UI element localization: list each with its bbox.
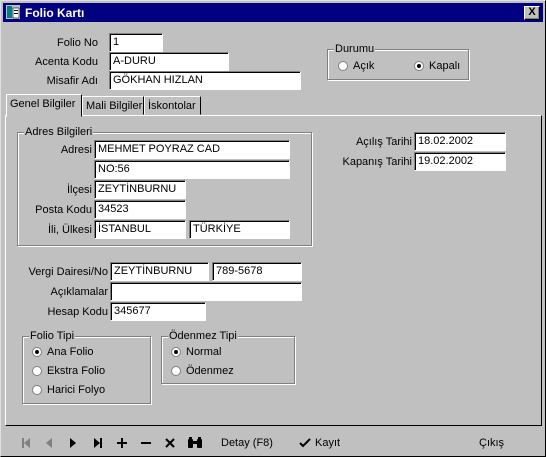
radio-unchecked-icon [32,385,42,395]
acenta-kodu-label: Acenta Kodu [35,56,98,68]
minus-icon [141,442,151,444]
odenmez-tipi-group: Ödenmez Tipi Normal Ödenmez [161,330,295,384]
cancel-button[interactable] [165,435,175,451]
durum-kapali-label: Kapalı [429,60,461,72]
ulke-field[interactable]: TÜRKİYE [189,220,290,239]
folio-tipi-title: Folio Tipi [29,330,76,342]
tab-mali-bilgiler[interactable]: Mali Bilgiler [82,96,144,115]
radio-checked-icon [171,347,181,357]
vergi-no-field[interactable]: 789-5678 [212,262,302,281]
odenmez-label: Ödenmez [186,365,234,377]
durum-title: Durumu [334,43,376,55]
ana-folio-label: Ana Folio [47,346,94,358]
acilis-tarihi-label: Açılış Tarihi [355,136,412,148]
radio-unchecked-icon [32,366,42,376]
tab-panel-genel: Adres Bilgileri Adresi MEHMET POYRAZ CAD… [5,115,542,426]
kapanis-tarihi-field[interactable]: 19.02.2002 [414,152,506,171]
kayit-button[interactable]: Kayıt [299,435,340,451]
kapanis-tarihi-label: Kapanış Tarihi [342,156,412,168]
adres-line2-field[interactable]: NO:56 [94,160,290,179]
first-record-button[interactable] [21,435,31,451]
ilce-label: İlçesi [66,184,92,196]
binoculars-icon [188,437,202,448]
vergi-dairesi-field[interactable]: ZEYTİNBURNU [110,262,209,281]
acenta-kodu-field[interactable]: A-DURU [109,52,229,71]
first-record-icon [22,438,30,448]
tab-iskontolar[interactable]: İskontolar [144,96,201,115]
next-record-icon [70,438,76,448]
acilis-tarihi-field[interactable]: 18.02.2002 [414,132,506,151]
normal-radio[interactable]: Normal [171,346,221,358]
kayit-label: Kayıt [315,437,341,449]
radio-checked-icon [414,61,424,71]
harici-folyo-label: Harici Folyo [47,384,106,396]
plus-icon [117,438,127,448]
folio-no-label: Folio No [57,37,98,49]
vergi-label: Vergi Dairesi/No [28,266,108,278]
odenmez-radio[interactable]: Ödenmez [171,365,234,377]
harici-folyo-radio[interactable]: Harici Folyo [32,384,105,396]
tab-iskontolar-label: İskontolar [148,100,196,112]
detay-button[interactable]: Detay (F8) [221,435,273,451]
checkmark-icon [299,438,311,448]
app-icon [6,5,20,19]
title-bar[interactable]: Folio Kartı X [3,3,543,22]
ekstra-folio-radio[interactable]: Ekstra Folio [32,365,105,377]
folio-no-field[interactable]: 1 [109,33,163,52]
posta-kodu-field[interactable]: 34523 [94,200,186,219]
ana-folio-radio[interactable]: Ana Folio [32,346,93,358]
radio-checked-icon [32,347,42,357]
hesap-kodu-field[interactable]: 345677 [110,302,206,321]
folio-tipi-group: Folio Tipi Ana Folio Ekstra Folio Harici… [22,330,151,404]
il-ulke-label: İli, Ülkesi [47,224,92,236]
tab-genel-bilgiler[interactable]: Genel Bilgiler [6,94,82,117]
add-record-button[interactable] [117,435,127,451]
misafir-adi-field[interactable]: GÖKHAN HIZLAN [109,71,301,90]
aciklamalar-field[interactable] [110,282,302,301]
radio-unchecked-icon [338,61,348,71]
radio-unchecked-icon [171,366,181,376]
last-record-button[interactable] [93,435,103,451]
prior-record-icon [46,438,52,448]
next-record-button[interactable] [69,435,77,451]
durum-acik-label: Açık [353,60,375,72]
adres-title: Adres Bilgileri [24,126,94,138]
adres-line1-field[interactable]: MEHMET POYRAZ CAD [94,140,290,159]
aciklamalar-label: Açıklamalar [50,286,108,298]
tab-mali-label: Mali Bilgiler [86,100,143,112]
close-icon [165,438,175,448]
il-field[interactable]: İSTANBUL [94,220,186,239]
search-button[interactable] [187,435,203,451]
last-record-icon [94,438,102,448]
prior-record-button[interactable] [45,435,53,451]
posta-kodu-label: Posta Kodu [35,204,92,216]
odenmez-tipi-title: Ödenmez Tipi [168,330,238,342]
adres-label: Adresi [60,144,92,156]
cikis-button[interactable]: Çıkış [479,435,504,451]
ilce-field[interactable]: ZEYTİNBURNU [94,180,186,199]
ekstra-folio-label: Ekstra Folio [47,365,106,377]
durum-kapali-radio[interactable]: Kapalı [414,60,460,72]
close-icon: X [528,6,536,18]
close-button[interactable]: X [524,6,540,20]
window-title: Folio Kartı [25,6,85,20]
bottom-toolbar: Detay (F8) Kayıt Çıkış [5,431,543,455]
durum-acik-radio[interactable]: Açık [338,60,374,72]
delete-record-button[interactable] [141,435,151,451]
durum-group: Durumu Açık Kapalı [327,43,469,80]
hesap-kodu-label: Hesap Kodu [47,306,108,318]
misafir-adi-label: Misafir Adı [46,75,98,87]
tab-genel-label: Genel Bilgiler [10,98,76,110]
normal-label: Normal [186,346,222,358]
folio-window: Folio Kartı X Folio No 1 Acenta Kodu A-D… [0,0,546,457]
